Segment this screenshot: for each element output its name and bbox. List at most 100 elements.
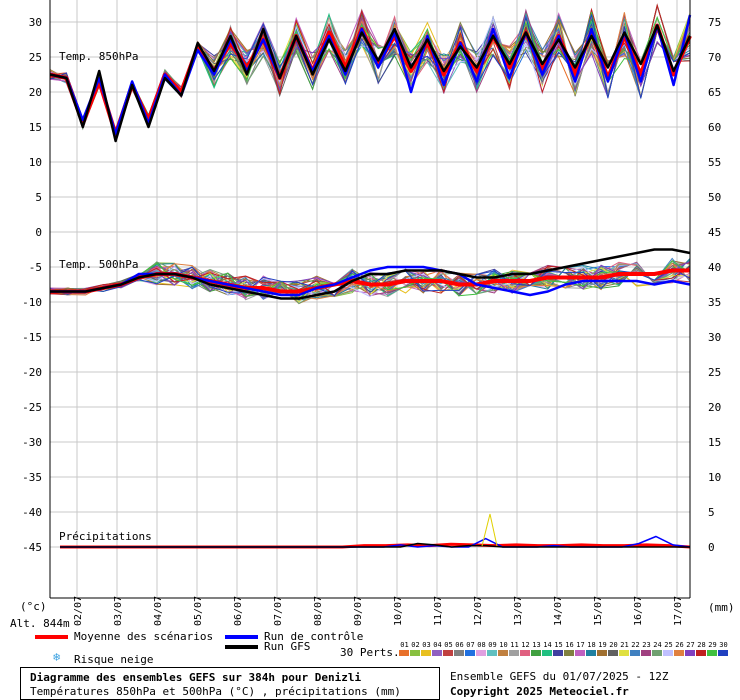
left-tick-label: -15 <box>22 331 42 344</box>
date-tick-label: 12/07 <box>473 596 484 626</box>
pert-color-swatch <box>597 650 607 656</box>
pert-number: 01 <box>400 641 409 649</box>
pert-color-swatch <box>652 650 662 656</box>
pert-color-swatch <box>498 650 508 656</box>
pert-color-swatch <box>465 650 475 656</box>
pert-number: 23 <box>642 641 651 649</box>
left-tick-label: 0 <box>35 226 42 239</box>
right-tick-label: 10 <box>708 471 721 484</box>
pert-number: 18 <box>587 641 596 649</box>
right-tick-label: 65 <box>708 86 721 99</box>
left-tick-label: -40 <box>22 506 42 519</box>
pert-number: 16 <box>565 641 574 649</box>
legend-mean-label: Moyenne des scénarios <box>74 630 214 643</box>
pert-color-swatch <box>707 650 717 656</box>
left-tick-label: 30 <box>29 16 42 29</box>
pert-number: 14 <box>543 641 552 649</box>
date-tick-label: 07/07 <box>273 596 284 626</box>
left-tick-label: 15 <box>29 121 42 134</box>
pert-color-swatch <box>531 650 541 656</box>
pert-color-swatch <box>685 650 695 656</box>
chart-title-box: Diagramme des ensembles GEFS sur 384h po… <box>20 667 440 700</box>
right-tick-label: 50 <box>708 191 721 204</box>
pert-number: 22 <box>631 641 640 649</box>
pert-number: 06 <box>455 641 464 649</box>
altitude-label: Alt. 844m <box>10 617 70 630</box>
right-unit-label: (mm) <box>708 601 735 614</box>
pert-color-swatch <box>487 650 497 656</box>
date-tick-label: 13/07 <box>513 596 524 626</box>
left-tick-label: -30 <box>22 436 42 449</box>
panel-label-850: Temp. 850hPa <box>59 50 139 63</box>
pert-color-swatch <box>476 650 486 656</box>
pert-color-swatch <box>696 650 706 656</box>
run-info: Ensemble GEFS du 01/07/2025 - 12Z <box>450 670 669 683</box>
pert-number: 24 <box>653 641 662 649</box>
date-tick-label: 14/07 <box>553 596 564 626</box>
pert-number: 11 <box>510 641 519 649</box>
right-tick-label: 60 <box>708 121 721 134</box>
left-tick-label: -20 <box>22 366 42 379</box>
pert-number: 21 <box>620 641 629 649</box>
date-tick-label: 15/07 <box>593 596 604 626</box>
right-tick-label: 35 <box>708 296 721 309</box>
pert-color-swatch <box>509 650 519 656</box>
right-tick-label: 20 <box>708 401 721 414</box>
date-tick-label: 04/07 <box>153 596 164 626</box>
legend-gfs-label: Run GFS <box>264 640 311 653</box>
date-tick-label: 16/07 <box>633 596 644 626</box>
pert-number: 26 <box>675 641 684 649</box>
right-tick-label: 45 <box>708 226 721 239</box>
pert-color-swatch <box>718 650 728 656</box>
left-tick-label: 5 <box>35 191 42 204</box>
date-tick-label: 05/07 <box>193 596 204 626</box>
pert-number: 05 <box>444 641 453 649</box>
pert-color-swatch <box>432 650 442 656</box>
pert-color-swatch <box>564 650 574 656</box>
date-tick-label: 03/07 <box>113 596 124 626</box>
right-tick-label: 0 <box>708 541 715 554</box>
chart-subtitle: Températures 850hPa et 500hPa (°C) , pré… <box>30 685 401 698</box>
panel-label-precip: Précipitations <box>59 530 152 543</box>
snowflake-icon: ❄ <box>53 650 61 664</box>
pert-number: 02 <box>411 641 420 649</box>
pert-color-swatch <box>608 650 618 656</box>
pert-number: 29 <box>708 641 717 649</box>
right-tick-label: 30 <box>708 331 721 344</box>
pert-color-swatch <box>630 650 640 656</box>
date-tick-label: 02/07 <box>73 596 84 626</box>
pert-color-swatch <box>575 650 585 656</box>
pert-color-swatch <box>454 650 464 656</box>
pert-color-swatch <box>641 650 651 656</box>
legend-control-swatch <box>225 635 258 639</box>
pert-color-swatch <box>674 650 684 656</box>
date-tick-label: 11/07 <box>433 596 444 626</box>
pert-number: 27 <box>686 641 695 649</box>
pert-number: 09 <box>488 641 497 649</box>
legend-perts-label: 30 Perts. <box>340 646 400 659</box>
legend-snow-label: Risque neige <box>74 653 154 666</box>
right-tick-label: 70 <box>708 51 721 64</box>
pert-color-swatch <box>410 650 420 656</box>
date-tick-label: 17/07 <box>673 596 684 626</box>
pert-number: 17 <box>576 641 585 649</box>
right-tick-label: 25 <box>708 366 721 379</box>
pert-color-swatch <box>443 650 453 656</box>
pert-number: 04 <box>433 641 442 649</box>
left-tick-label: -25 <box>22 401 42 414</box>
right-tick-label: 15 <box>708 436 721 449</box>
pert-number: 20 <box>609 641 618 649</box>
date-tick-label: 08/07 <box>313 596 324 626</box>
left-tick-label: -35 <box>22 471 42 484</box>
pert-number: 10 <box>499 641 508 649</box>
pert-color-swatch <box>663 650 673 656</box>
right-tick-label: 55 <box>708 156 721 169</box>
pert-color-swatch <box>520 650 530 656</box>
pert-color-swatch <box>542 650 552 656</box>
right-tick-label: 75 <box>708 16 721 29</box>
pert-color-swatch <box>421 650 431 656</box>
pert-number: 28 <box>697 641 706 649</box>
ensemble-chart: 02/07 03/07 04/07 05/07 06/07 07/07 08/07 09/07… <box>22 0 721 626</box>
pert-number: 19 <box>598 641 607 649</box>
pert-number: 07 <box>466 641 475 649</box>
